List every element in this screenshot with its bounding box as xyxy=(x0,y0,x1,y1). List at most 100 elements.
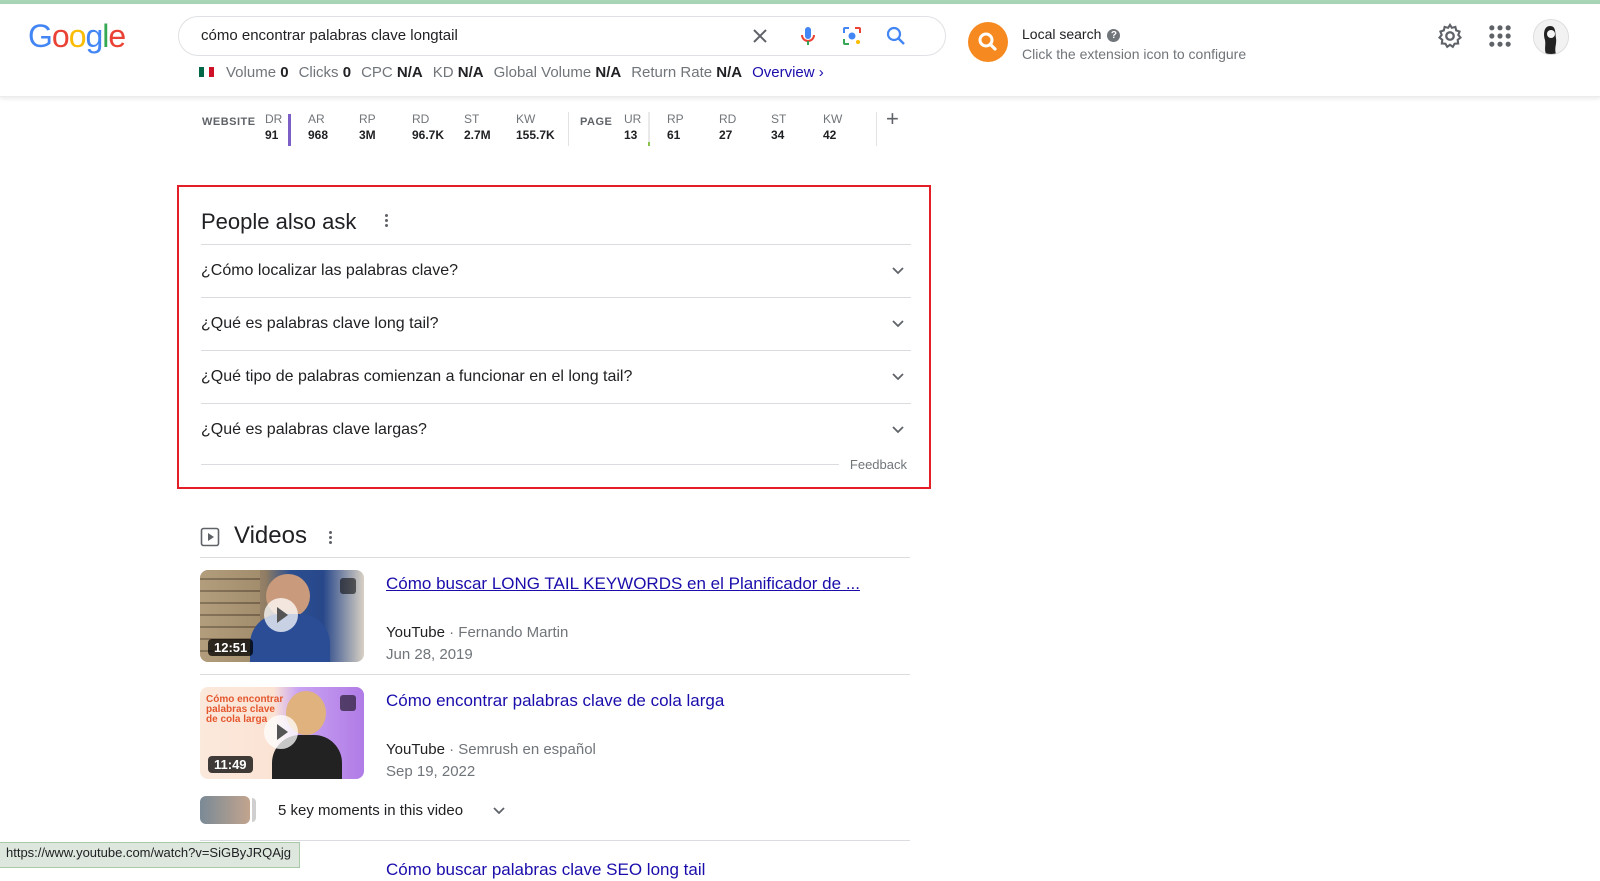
logo-letter: G xyxy=(28,18,53,54)
chevron-down-icon xyxy=(892,373,904,381)
paa-question[interactable]: ¿Cómo localizar las palabras clave? xyxy=(201,244,911,298)
paa-question[interactable]: ¿Qué tipo de palabras comienzan a funcio… xyxy=(201,350,911,404)
question-text: ¿Qué tipo de palabras comienzan a funcio… xyxy=(201,368,633,385)
divider xyxy=(200,674,910,675)
extension-icon[interactable] xyxy=(968,22,1008,62)
video-thumbnail[interactable]: 12:51 xyxy=(200,570,364,662)
paa-title: People also ask xyxy=(201,209,357,234)
play-icon[interactable] xyxy=(264,715,298,749)
account-avatar[interactable] xyxy=(1533,19,1569,55)
overview-link[interactable]: Overview › xyxy=(752,64,824,81)
metric-label: KD xyxy=(432,64,454,81)
mic-icon[interactable] xyxy=(796,24,820,48)
logo-letter: e xyxy=(108,18,126,54)
people-also-ask-panel: People also ask ¿Cómo localizar las pala… xyxy=(177,185,931,489)
metric-value: 3M xyxy=(359,128,376,142)
expand-icon[interactable] xyxy=(340,578,356,594)
metric-label: RP xyxy=(359,112,376,126)
metrics-divider xyxy=(876,112,877,146)
kd-metric: KD N/A xyxy=(433,64,484,81)
key-moments-label: 5 key moments in this video xyxy=(278,802,464,819)
video-title-link[interactable]: Cómo buscar palabras clave SEO long tail xyxy=(386,860,705,880)
volume-metric: Volume 0 xyxy=(226,64,289,81)
feedback-link[interactable]: Feedback xyxy=(850,457,907,472)
metric-st[interactable]: ST 2.7M xyxy=(464,112,524,142)
close-icon[interactable] xyxy=(748,24,772,48)
mexico-flag-icon xyxy=(199,67,214,78)
video-platform: YouTube xyxy=(386,624,445,641)
video-duration: 12:51 xyxy=(208,639,254,656)
metric-value: 155.7K xyxy=(516,128,555,142)
help-icon[interactable]: ? xyxy=(1107,28,1121,42)
metric-label: KW xyxy=(823,112,843,126)
expand-icon[interactable] xyxy=(340,695,356,711)
metric-value: 96.7K xyxy=(412,128,445,142)
key-moments-toggle[interactable]: 5 key moments in this video xyxy=(200,796,530,826)
metric-rd[interactable]: RD 96.7K xyxy=(412,112,472,142)
metric-label: ST xyxy=(464,112,480,126)
play-icon[interactable] xyxy=(264,598,298,632)
video-source: YouTube · Semrush en español xyxy=(386,741,596,758)
metric-page-rp[interactable]: RP 61 xyxy=(667,112,727,142)
extension-subtitle: Click the extension icon to configure xyxy=(1022,46,1247,62)
metric-kw[interactable]: KW 155.7K xyxy=(516,112,576,142)
apps-icon[interactable] xyxy=(1486,22,1514,50)
google-logo[interactable]: Google xyxy=(28,18,126,55)
video-duration: 11:49 xyxy=(208,756,253,773)
question-text: ¿Qué es palabras clave largas? xyxy=(201,421,427,438)
avatar-image xyxy=(1534,20,1568,54)
lens-icon[interactable] xyxy=(840,24,864,48)
video-date: Sep 19, 2022 xyxy=(386,763,476,780)
metric-label: KW xyxy=(516,112,536,126)
video-result[interactable]: Cómo encontrar palabras clave de cola la… xyxy=(200,687,910,787)
metric-value: 34 xyxy=(771,128,785,142)
video-title-link[interactable]: Cómo buscar LONG TAIL KEYWORDS en el Pla… xyxy=(386,574,860,594)
metric-page-rd[interactable]: RD 27 xyxy=(719,112,779,142)
chevron-down-icon xyxy=(493,807,505,815)
video-result[interactable]: 12:51 Cómo buscar LONG TAIL KEYWORDS en … xyxy=(200,570,910,670)
keyword-metrics-bar: Volume 0 Clicks 0 CPC N/A KD N/A Global Volu… xyxy=(199,64,824,81)
more-options-icon[interactable] xyxy=(385,214,389,229)
metric-value: N/A xyxy=(595,64,622,81)
global-volume-metric: Global Volume N/A xyxy=(494,64,622,81)
metric-label: RD xyxy=(719,112,737,126)
metric-value: 42 xyxy=(823,128,837,142)
question-text: ¿Qué es palabras clave long tail? xyxy=(201,315,439,332)
search-box[interactable]: cómo encontrar palabras clave longtail xyxy=(178,16,946,56)
add-metric-button[interactable]: + xyxy=(886,106,899,132)
metric-page-kw[interactable]: KW 42 xyxy=(823,112,883,142)
search-input[interactable]: cómo encontrar palabras clave longtail xyxy=(201,27,458,44)
logo-letter: o xyxy=(51,18,70,54)
metric-value: 0 xyxy=(280,64,289,81)
metric-label: Volume xyxy=(226,64,277,81)
metric-label: Return Rate xyxy=(631,64,713,81)
video-date: Jun 28, 2019 xyxy=(386,646,473,663)
logo-letter: o xyxy=(68,18,87,54)
metric-rp[interactable]: RP 3M xyxy=(359,112,419,142)
divider xyxy=(201,464,839,465)
page-caption: PAGE xyxy=(580,116,613,128)
settings-icon[interactable] xyxy=(1436,22,1464,50)
video-title-link[interactable]: Cómo encontrar palabras clave de cola la… xyxy=(386,691,724,711)
paa-question[interactable]: ¿Qué es palabras clave long tail? xyxy=(201,297,911,351)
chevron-down-icon xyxy=(892,320,904,328)
video-platform: YouTube xyxy=(386,741,445,758)
more-options-icon[interactable] xyxy=(329,531,333,546)
clicks-metric: Clicks 0 xyxy=(299,64,352,81)
divider xyxy=(200,840,910,841)
status-url-bar: https://www.youtube.com/watch?v=SiGByJRQ… xyxy=(0,842,301,868)
search-icon[interactable] xyxy=(884,24,908,48)
metric-label: CPC xyxy=(361,64,393,81)
metric-value: 2.7M xyxy=(464,128,491,142)
extension-title: Local search? xyxy=(1022,26,1121,42)
metric-label: ST xyxy=(771,112,787,126)
metric-value: 27 xyxy=(719,128,733,142)
metric-value: 61 xyxy=(667,128,681,142)
paa-question[interactable]: ¿Qué es palabras clave largas? xyxy=(201,403,911,457)
video-thumbnail[interactable]: Cómo encontrar palabras clave de cola la… xyxy=(200,687,364,779)
video-author: · Semrush en español xyxy=(449,741,596,758)
extension-title-text: Local search xyxy=(1022,26,1102,42)
metric-page-st[interactable]: ST 34 xyxy=(771,112,831,142)
search-header: Google cómo encontrar palabras clave lon… xyxy=(0,4,1600,97)
video-author: · Fernando Martin xyxy=(449,624,569,641)
